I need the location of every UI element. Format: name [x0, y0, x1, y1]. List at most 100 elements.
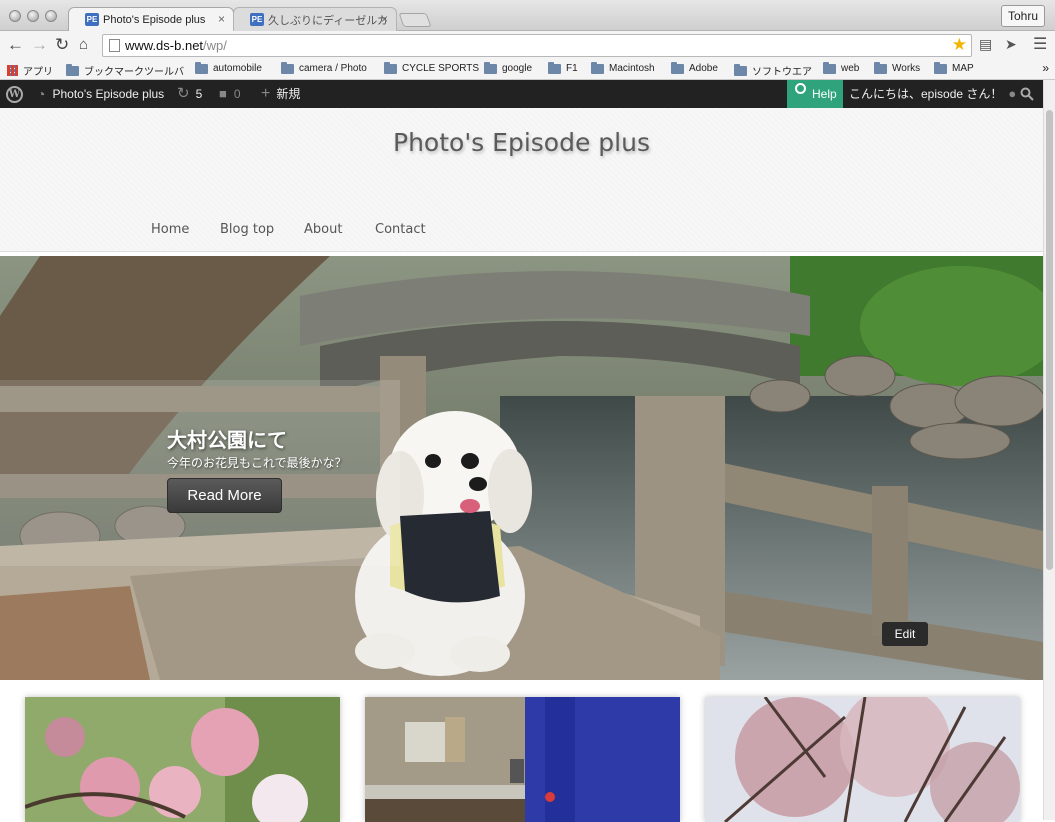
bookmark-folder[interactable]: automobile [195, 61, 262, 74]
extension-icon[interactable]: ➤ [1005, 36, 1017, 53]
folder-icon [384, 61, 397, 74]
bookmarks-bar: アプリ ブックマークツールバ automobile camera / Photo… [0, 60, 1055, 80]
admin-account-menu[interactable]: こんにちは、episode さん！ ● [849, 80, 1016, 108]
page-scrollbar[interactable] [1043, 80, 1055, 820]
folder-icon [281, 61, 294, 74]
apps-icon [7, 65, 18, 76]
post-thumbnail[interactable] [25, 697, 340, 822]
bookmark-label: ソフトウエア [752, 67, 812, 78]
admin-comments-link[interactable]: ■ 0 [219, 80, 241, 108]
help-button[interactable]: Help [787, 80, 843, 108]
nav-home[interactable]: Home [151, 222, 189, 237]
extension-icon[interactable]: ▤ [979, 36, 992, 53]
browser-toolbar: ← → ↻ ⌂ www.ds-b.net/wp/ ★ ▤ ➤ ☰ [0, 31, 1055, 60]
folder-icon [874, 61, 887, 74]
post-thumbnails [0, 680, 1043, 822]
url-host: www.ds-b.net [125, 38, 204, 53]
tab-label: 久しぶりにディーゼルカー [268, 14, 386, 27]
favicon-icon: PE [85, 13, 99, 26]
updates-count: 5 [195, 87, 203, 101]
profile-button[interactable]: Tohru [1000, 5, 1045, 27]
bookmark-label: Adobe [689, 63, 718, 74]
tab-active[interactable]: PE Photo's Episode plus × [68, 7, 234, 31]
bookmark-folder[interactable]: google [484, 61, 533, 74]
bookmark-label: web [841, 63, 860, 74]
nav-blog-top[interactable]: Blog top [220, 222, 274, 237]
nav-contact[interactable]: Contact [375, 222, 426, 237]
bookmark-label: ブックマークツールバ [84, 67, 184, 78]
post-thumbnail[interactable] [705, 697, 1020, 822]
minimize-window-icon[interactable] [27, 10, 39, 22]
thumbnail-image [365, 697, 680, 822]
greeting-text: こんにちは、episode さん！ [849, 87, 1003, 101]
bookmark-folder[interactable]: Works [874, 61, 921, 74]
reload-icon[interactable]: ↻ [55, 35, 69, 55]
admin-site-link[interactable]: ◔ Photo's Episode plus [37, 80, 164, 108]
thumbnail-image [25, 697, 340, 822]
hamburger-menu-icon[interactable]: ☰ [1033, 34, 1047, 54]
bookmarks-more-button[interactable]: » [1042, 61, 1049, 75]
read-more-button[interactable]: Read More [167, 478, 282, 513]
bookmark-folder[interactable]: Macintosh [591, 61, 655, 74]
nav-about[interactable]: About [304, 222, 342, 237]
bookmark-folder[interactable]: Adobe [671, 61, 718, 74]
wordpress-logo-icon[interactable]: W [6, 80, 23, 108]
thumbnail-image [705, 697, 1020, 822]
bookmark-folder[interactable]: CYCLE SPORTS [384, 61, 479, 74]
hero-subtitle: 今年のお花見もこれで最後かな？ [167, 456, 347, 470]
browser-tab-strip: PE Photo's Episode plus × PE 久しぶりにディーゼルカ… [0, 0, 1055, 31]
tab-label: Photo's Episode plus [103, 13, 206, 26]
folder-icon [934, 61, 947, 74]
caption-band [0, 380, 400, 566]
bookmark-folder[interactable]: web [823, 61, 860, 74]
bookmark-folder[interactable]: camera / Photo [281, 61, 367, 74]
admin-updates-link[interactable]: ↻ 5 [177, 80, 202, 108]
comments-count: 0 [233, 87, 241, 101]
refresh-icon: ↻ [177, 85, 190, 102]
folder-icon [66, 63, 79, 76]
wp-admin-bar: W ◔ Photo's Episode plus ↻ 5 ■ 0 + 新規 He… [0, 80, 1043, 108]
bookmark-label: F1 [566, 63, 578, 74]
scrollbar-thumb[interactable] [1046, 110, 1053, 570]
hero-slider[interactable]: 大村公園にて 今年のお花見もこれで最後かな？ Read More Edit [0, 256, 1043, 680]
zoom-window-icon[interactable] [45, 10, 57, 22]
bookmark-folder[interactable]: F1 [548, 61, 578, 74]
bookmark-label: camera / Photo [299, 63, 367, 74]
bookmark-label: automobile [213, 63, 262, 74]
favicon-icon: PE [250, 13, 264, 26]
bookmark-label: Macintosh [609, 63, 655, 74]
help-label: Help [812, 87, 837, 101]
bookmark-apps[interactable]: アプリ [7, 63, 53, 78]
bookmark-label: MAP [952, 63, 974, 74]
search-icon[interactable] [1020, 80, 1034, 108]
star-icon[interactable]: ★ [952, 34, 967, 55]
bookmark-folder[interactable]: MAP [934, 61, 974, 74]
bookmark-folder[interactable]: ソフトウエア [734, 63, 812, 78]
site-header: Photo's Episode plus Home Blog top About… [0, 108, 1043, 252]
folder-icon [591, 61, 604, 74]
dashboard-icon: ◔ [37, 86, 46, 102]
hero-title[interactable]: 大村公園にて [167, 424, 287, 453]
new-tab-button[interactable] [398, 13, 432, 27]
close-tab-icon[interactable]: × [381, 12, 388, 26]
post-thumbnail[interactable] [365, 697, 680, 822]
bookmark-label: google [502, 63, 533, 74]
folder-icon [548, 61, 561, 74]
help-icon [795, 83, 806, 94]
site-title[interactable]: Photo's Episode plus [0, 128, 1043, 157]
comment-icon: ■ [219, 86, 227, 101]
edit-button[interactable]: Edit [882, 622, 928, 646]
bookmark-label: Works [892, 63, 921, 74]
forward-arrow-icon[interactable]: → [31, 35, 48, 55]
admin-new-link[interactable]: + 新規 [261, 80, 300, 108]
new-label: 新規 [276, 87, 301, 101]
close-window-icon[interactable] [9, 10, 21, 22]
folder-icon [823, 61, 836, 74]
bookmark-folder[interactable]: ブックマークツールバ [66, 63, 184, 78]
address-bar[interactable]: www.ds-b.net/wp/ ★ [102, 34, 972, 57]
close-tab-icon[interactable]: × [218, 12, 225, 26]
home-icon[interactable]: ⌂ [79, 35, 88, 55]
back-arrow-icon[interactable]: ← [7, 35, 24, 55]
tab-inactive[interactable]: PE 久しぶりにディーゼルカー × [233, 7, 397, 31]
page-icon [109, 39, 120, 52]
